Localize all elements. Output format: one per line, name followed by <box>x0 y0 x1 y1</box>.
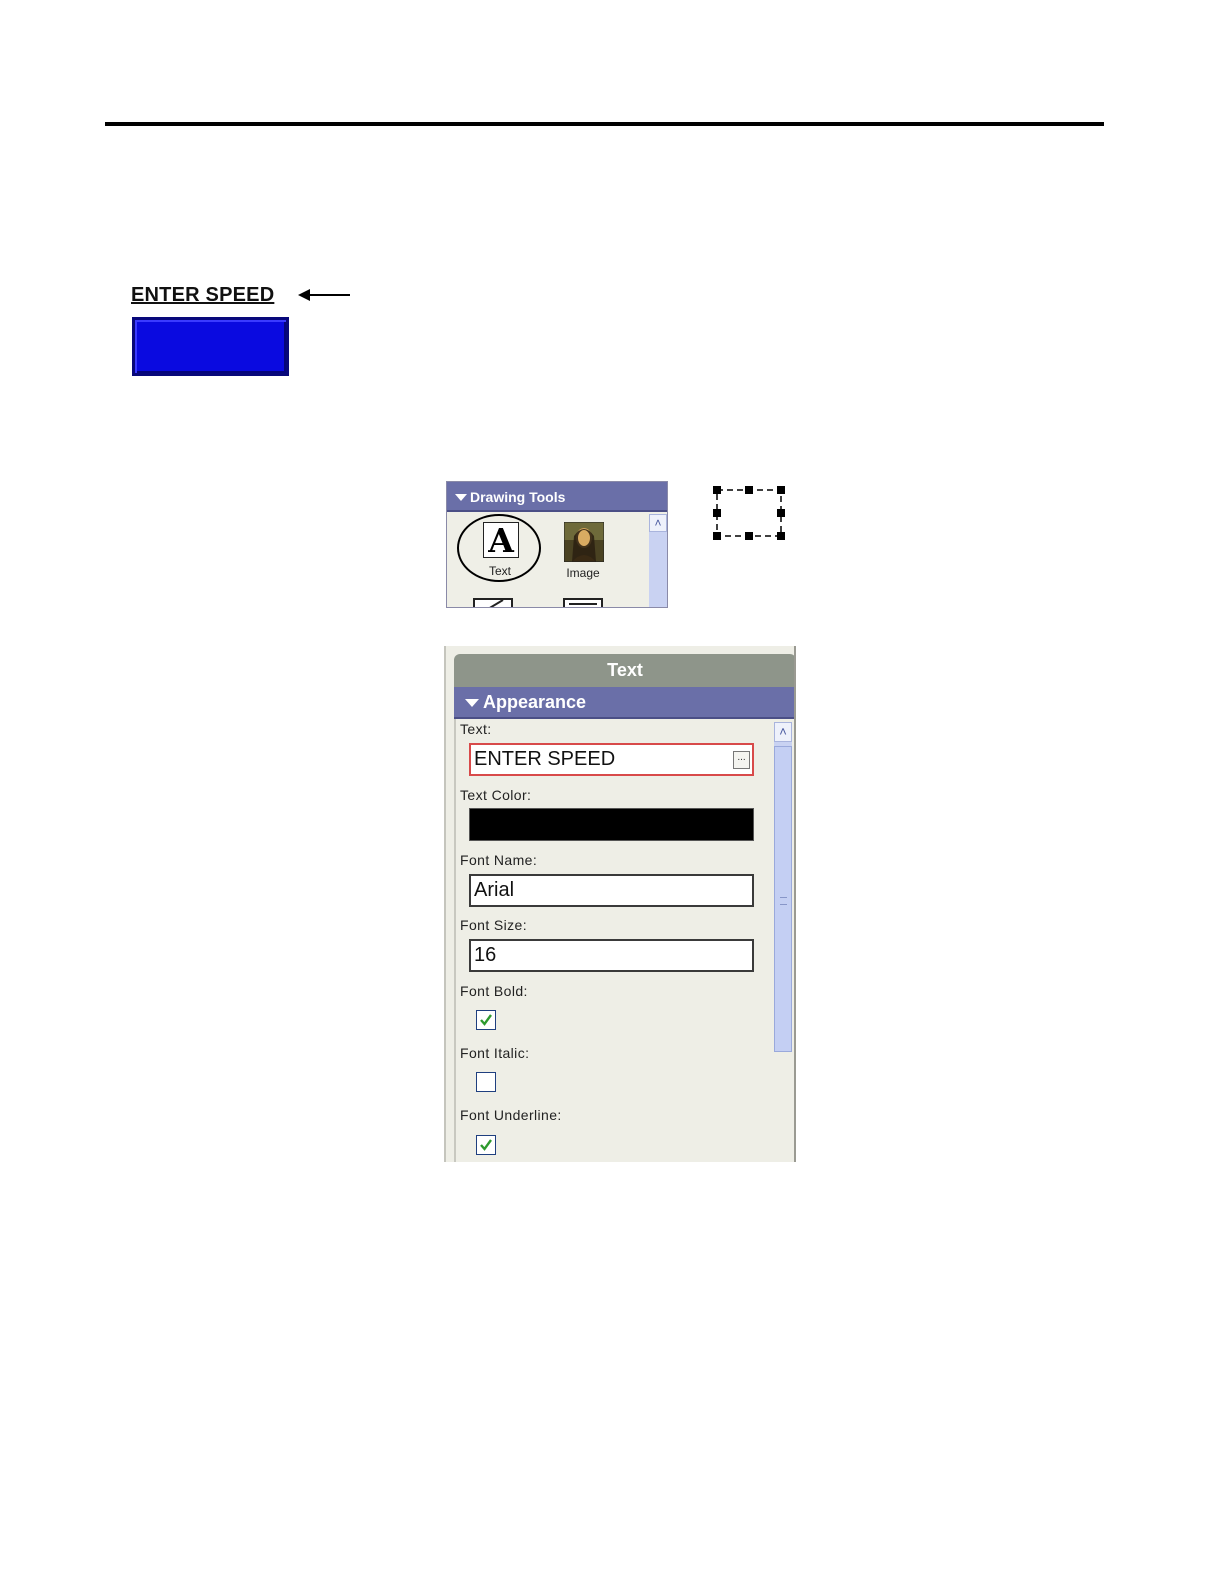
appearance-section-header[interactable]: Appearance <box>454 687 794 719</box>
grip-icon <box>780 897 787 905</box>
font-name-input[interactable]: Arial <box>469 874 754 907</box>
font-name-label: Font Name: <box>460 852 538 868</box>
font-bold-checkbox[interactable] <box>476 1010 496 1030</box>
font-italic-label: Font Italic: <box>460 1045 530 1061</box>
font-bold-label: Font Bold: <box>460 983 528 999</box>
drawing-tools-header[interactable]: Drawing Tools <box>447 482 667 512</box>
tool-image-label: Image <box>566 566 600 580</box>
scrollbar-thumb[interactable] <box>774 746 792 1052</box>
top-rule <box>105 122 1104 126</box>
collapse-triangle-icon <box>455 494 467 501</box>
font-size-label: Font Size: <box>460 917 528 933</box>
panel-divider <box>454 719 456 1162</box>
drawing-tools-title: Drawing Tools <box>470 489 566 505</box>
tool-text-label: Text <box>488 564 511 578</box>
arrow-left-icon <box>298 289 350 301</box>
appearance-section-title: Appearance <box>483 692 587 712</box>
font-underline-label: Font Underline: <box>460 1107 562 1123</box>
font-underline-checkbox[interactable] <box>476 1135 496 1155</box>
checkmark-icon <box>480 1139 492 1151</box>
rectangle-tool-icon[interactable] <box>563 598 603 608</box>
ellipsis-button[interactable]: ... <box>733 751 750 769</box>
letter-a-icon: A <box>483 522 519 559</box>
text-properties-panel: Text Appearance Text: ENTER SPEED ... Te… <box>444 646 796 1162</box>
selection-marquee-icon <box>713 486 785 540</box>
drawing-tools-scrollbar[interactable]: ˄ <box>649 514 667 607</box>
collapse-triangle-icon <box>465 699 479 707</box>
tool-text[interactable]: A Text <box>457 514 543 584</box>
text-color-swatch[interactable] <box>469 808 754 841</box>
scroll-up-icon[interactable]: ˄ <box>649 514 667 532</box>
checkbox-tool-icon[interactable] <box>473 598 513 608</box>
font-size-input[interactable]: 16 <box>469 939 754 972</box>
checkmark-icon <box>480 1014 492 1026</box>
mona-lisa-image-icon <box>564 522 604 562</box>
panel-title: Text <box>454 654 794 687</box>
text-color-label: Text Color: <box>460 787 532 803</box>
sample-text-label: ENTER SPEED <box>131 284 275 306</box>
properties-scrollbar[interactable]: ˄ <box>774 722 792 1052</box>
text-value: ENTER SPEED <box>474 748 616 770</box>
scroll-up-icon[interactable]: ˄ <box>774 722 792 742</box>
tool-image[interactable]: Image <box>552 516 614 582</box>
sample-blue-input-box <box>132 317 289 376</box>
text-value-input[interactable]: ENTER SPEED ... <box>469 743 754 776</box>
text-field-label: Text: <box>460 721 492 737</box>
font-italic-checkbox[interactable] <box>476 1072 496 1092</box>
drawing-tools-panel: Drawing Tools A Text Image ˄ <box>446 481 668 608</box>
